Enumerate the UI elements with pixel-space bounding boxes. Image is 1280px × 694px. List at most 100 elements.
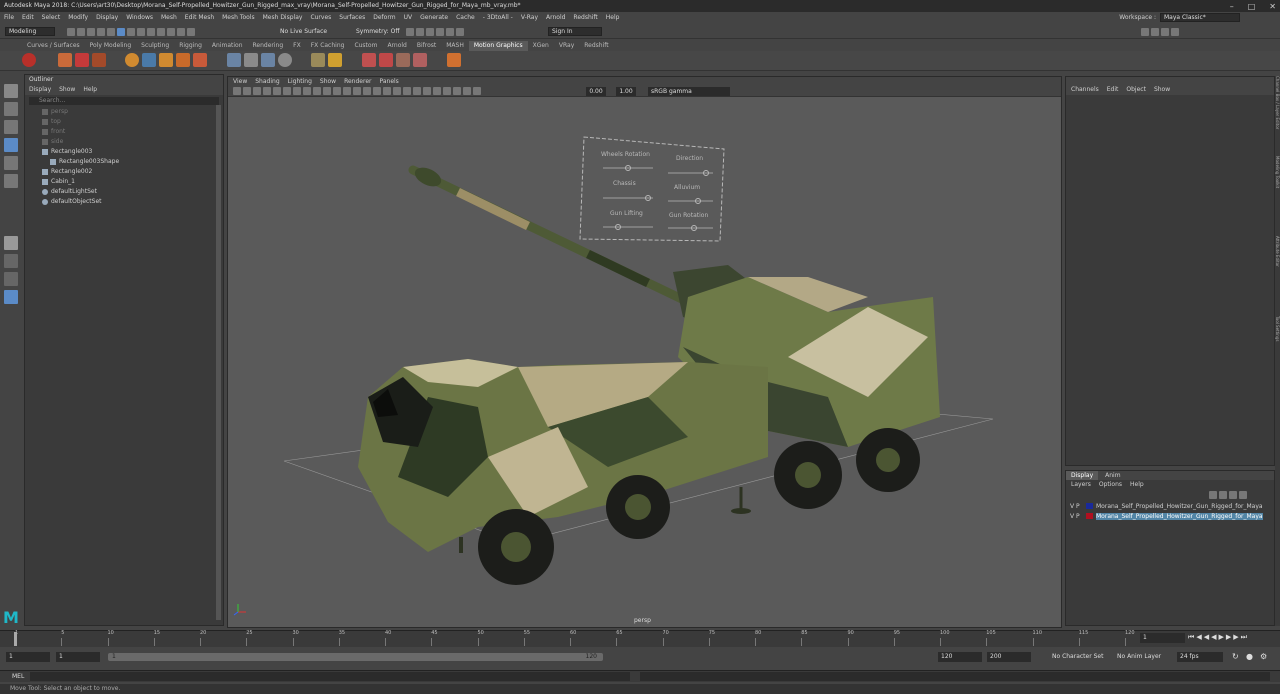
layer-visibility-toggle[interactable]: V: [1068, 503, 1076, 511]
ipr-icon[interactable]: [416, 28, 424, 36]
layer-playback-toggle[interactable]: P: [1076, 503, 1086, 511]
curve-icon[interactable]: [142, 53, 156, 67]
gate-mask-icon[interactable]: [303, 87, 311, 95]
menu-file[interactable]: File: [0, 14, 18, 21]
move-tool-icon[interactable]: [4, 138, 18, 152]
light-icon[interactable]: [328, 53, 342, 67]
four-pane-icon[interactable]: [4, 254, 18, 268]
rotate-icon[interactable]: [278, 53, 292, 67]
safe-action-icon[interactable]: [323, 87, 331, 95]
grid-icon[interactable]: [273, 87, 281, 95]
camera-icon[interactable]: [233, 87, 241, 95]
exposure-icon[interactable]: [473, 87, 481, 95]
channel-menu-edit[interactable]: Edit: [1107, 85, 1119, 95]
menu-3dtoall[interactable]: - 3DtoAll -: [479, 14, 517, 21]
outliner-menu-display[interactable]: Display: [29, 85, 51, 95]
viewport-menu-shading[interactable]: Shading: [255, 77, 279, 86]
channel-box-icon[interactable]: [1171, 28, 1179, 36]
snap-grid-icon[interactable]: [147, 28, 155, 36]
dynamics-icon[interactable]: [362, 53, 376, 67]
shelf-tab-arnold[interactable]: Arnold: [382, 41, 411, 51]
dof-icon[interactable]: [423, 87, 431, 95]
side-tab[interactable]: Modeling Toolkit: [1275, 156, 1280, 226]
wireframe-icon[interactable]: [333, 87, 341, 95]
save-scene-icon[interactable]: [87, 28, 95, 36]
shelf-tab-rendering[interactable]: Rendering: [248, 41, 289, 51]
add-icon[interactable]: [447, 53, 461, 67]
tab-display[interactable]: Display: [1066, 471, 1099, 480]
sweep-icon[interactable]: [227, 53, 241, 67]
snap-view-icon[interactable]: [177, 28, 185, 36]
modeling-toolkit-icon[interactable]: [1141, 28, 1149, 36]
image-plane-icon[interactable]: [263, 87, 271, 95]
menu-display[interactable]: Display: [92, 14, 122, 21]
shelf-tab-poly-modeling[interactable]: Poly Modeling: [85, 41, 137, 51]
explode-icon[interactable]: [193, 53, 207, 67]
lasso-tool-icon[interactable]: [4, 102, 18, 116]
auto-key-icon[interactable]: ●: [1246, 652, 1253, 661]
tool-settings-icon[interactable]: [1161, 28, 1169, 36]
list-icon[interactable]: [58, 53, 72, 67]
menu-cache[interactable]: Cache: [452, 14, 479, 21]
anti-alias-icon[interactable]: [413, 87, 421, 95]
mograph-logo-icon[interactable]: [22, 53, 36, 67]
sign-in-button[interactable]: Sign In: [548, 27, 602, 36]
outliner-menu-show[interactable]: Show: [59, 85, 75, 95]
gamma-field[interactable]: 1.00: [616, 87, 636, 96]
channel-menu-channels[interactable]: Channels: [1071, 85, 1099, 95]
xray-icon[interactable]: [443, 87, 451, 95]
ao-icon[interactable]: [393, 87, 401, 95]
layer-menu-help[interactable]: Help: [1130, 480, 1144, 490]
range-slider[interactable]: 1 120: [108, 653, 603, 661]
particle-icon[interactable]: [413, 53, 427, 67]
render-settings-icon[interactable]: [426, 28, 434, 36]
channel-menu-object[interactable]: Object: [1126, 85, 1146, 95]
select-tool-icon[interactable]: [4, 84, 18, 98]
menu-deform[interactable]: Deform: [369, 14, 399, 21]
scene-view[interactable]: Wheels Rotation Direction Chassis Alluvi…: [228, 97, 1061, 627]
shelf-tab-mash[interactable]: MASH: [441, 41, 469, 51]
snap-curve-icon[interactable]: [157, 28, 165, 36]
channel-menu-show[interactable]: Show: [1154, 85, 1170, 95]
layer-row[interactable]: V P Morana_Self_Propelled_Howitzer_Gun_Rig…: [1068, 513, 1263, 521]
twist-icon[interactable]: [261, 53, 275, 67]
render-icon[interactable]: [406, 28, 414, 36]
layer-menu-options[interactable]: Options: [1099, 480, 1122, 490]
loop-icon[interactable]: ↻: [1232, 652, 1239, 661]
new-layer-icon[interactable]: [1229, 491, 1237, 499]
shirt-icon[interactable]: [379, 53, 393, 67]
isolate-icon[interactable]: [433, 87, 441, 95]
viewport-menu-show[interactable]: Show: [320, 77, 336, 86]
menu-help[interactable]: Help: [602, 14, 624, 21]
step-forward-key-icon[interactable]: ▶: [1233, 633, 1240, 641]
svg-icon[interactable]: [176, 53, 190, 67]
xray-components-icon[interactable]: [463, 87, 471, 95]
scale-tool-icon[interactable]: [4, 174, 18, 188]
pause-icon[interactable]: [456, 28, 464, 36]
live-surface-label[interactable]: No Live Surface: [280, 28, 327, 35]
shelf-tab-fx-caching[interactable]: FX Caching: [306, 41, 350, 51]
undo-icon[interactable]: [97, 28, 105, 36]
menu-generate[interactable]: Generate: [416, 14, 452, 21]
maximize-icon[interactable]: □: [1248, 2, 1256, 11]
layer-playback-toggle[interactable]: P: [1076, 513, 1086, 521]
menu-modify[interactable]: Modify: [64, 14, 92, 21]
menu-v-ray[interactable]: V-Ray: [517, 14, 542, 21]
xray-joints-icon[interactable]: [453, 87, 461, 95]
field-chart-icon[interactable]: [313, 87, 321, 95]
menu-redshift[interactable]: Redshift: [569, 14, 601, 21]
menu-windows[interactable]: Windows: [122, 14, 157, 21]
symmetry-label[interactable]: Symmetry: Off: [356, 28, 399, 35]
menu-uv[interactable]: UV: [400, 14, 417, 21]
textured-icon[interactable]: [363, 87, 371, 95]
playback-end-field[interactable]: 120: [938, 652, 982, 662]
menu-mesh-display[interactable]: Mesh Display: [259, 14, 307, 21]
viewport-menu-renderer[interactable]: Renderer: [344, 77, 371, 86]
fps-dropdown[interactable]: 24 fps: [1177, 652, 1223, 662]
outliner-item[interactable]: Rectangle002: [25, 167, 223, 177]
snap-surface-icon[interactable]: [187, 28, 195, 36]
layer-row[interactable]: V P Morana_Self_Propelled_Howitzer_Gun_Rig…: [1068, 503, 1263, 511]
sphere-icon[interactable]: [125, 53, 139, 67]
select-object-icon[interactable]: [127, 28, 135, 36]
redo-icon[interactable]: [107, 28, 115, 36]
